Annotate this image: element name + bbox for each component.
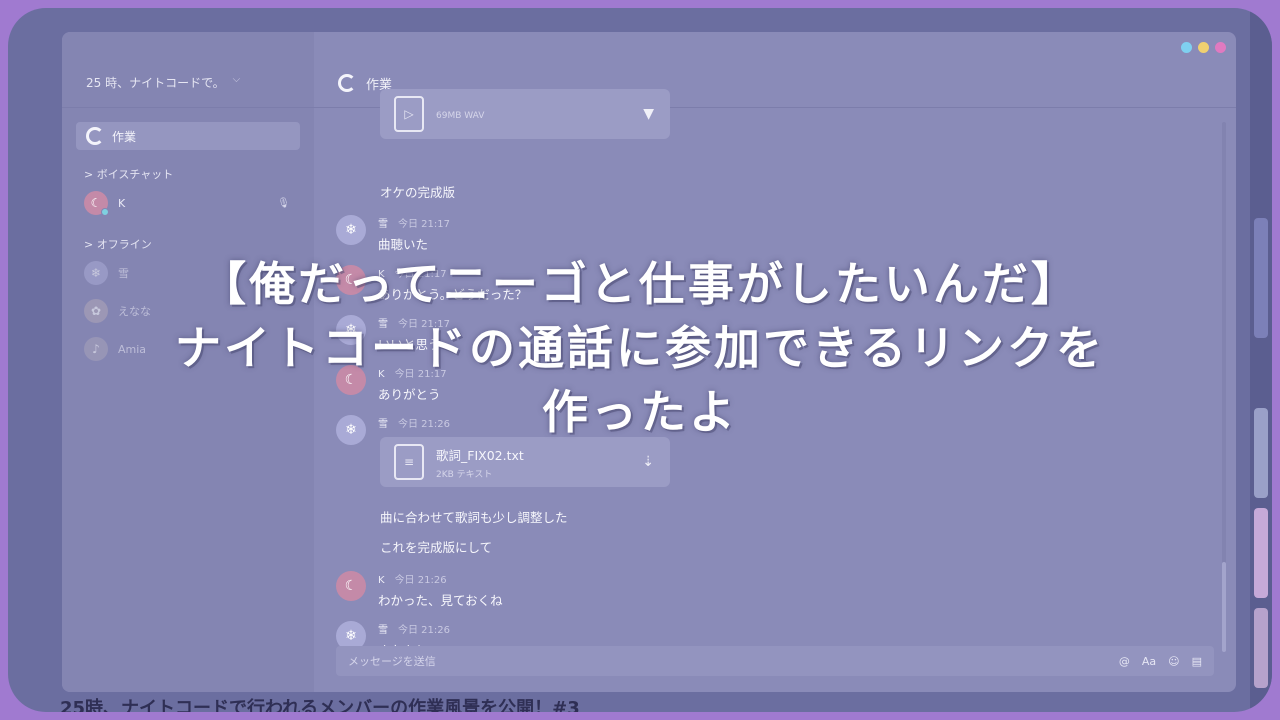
timestamp: 今日 21:17	[398, 219, 450, 230]
avatar[interactable]: ☾	[336, 571, 366, 601]
window-dot-pink[interactable]	[1215, 42, 1226, 53]
server-name: 25 時、ナイトコードで。	[86, 76, 225, 90]
member-name: K	[118, 196, 126, 210]
message-input[interactable]: メッセージを送信	[348, 653, 1119, 669]
mention-icon[interactable]: @	[1119, 655, 1130, 668]
window-controls	[1181, 42, 1226, 53]
file-size: 2KB テキスト	[436, 469, 493, 480]
message-composer[interactable]: メッセージを送信 @ Aa ☺ ▤	[336, 646, 1214, 676]
avatar[interactable]: ❄	[336, 215, 366, 245]
file-attachment[interactable]: ≡ 歌詞_FIX02.txt 2KB テキスト ⇣	[380, 437, 670, 487]
sidebar-item-channel[interactable]: 作業	[76, 122, 300, 150]
message-text: わかった、見ておくね	[378, 593, 503, 608]
message: ☾ K 今日 21:26 わかった、見ておくね	[336, 571, 503, 609]
attach-file-icon[interactable]: ▤	[1192, 655, 1202, 668]
scrollbar-thumb[interactable]	[1222, 562, 1226, 652]
text-format-button[interactable]: Aa	[1142, 655, 1156, 668]
window-dot-yellow[interactable]	[1198, 42, 1209, 53]
server-header[interactable]: 25 時、ナイトコードで。 ⌵	[62, 32, 314, 108]
avatar: ☾	[84, 191, 109, 216]
channel-label: 作業	[112, 129, 137, 144]
timestamp: 今日 21:26	[394, 575, 447, 586]
file-name: 歌詞_FIX02.txt	[436, 447, 524, 463]
author[interactable]: K	[378, 575, 385, 586]
author[interactable]: 雪	[378, 625, 388, 636]
play-icon[interactable]: ▷	[394, 96, 424, 132]
channel-logo-icon	[86, 127, 104, 145]
download-icon[interactable]: ⇣	[642, 454, 654, 470]
chevron-down-icon[interactable]: ⌵	[233, 74, 241, 85]
text-file-icon: ≡	[394, 444, 424, 480]
emoji-icon[interactable]: ☺	[1168, 655, 1179, 668]
channel-logo-icon	[338, 74, 356, 92]
file-attachment[interactable]: ▷ 69MB WAV ▼	[380, 89, 670, 139]
timestamp: 今日 21:26	[398, 625, 450, 636]
author[interactable]: 雪	[378, 219, 388, 230]
file-size: 69MB WAV	[436, 110, 485, 121]
overlay-line-3: 作ったよ	[542, 385, 738, 439]
overlay-title: 【俺だってニーゴと仕事がしたいんだ】 ナイトコードの通話に参加できるリンクを 作…	[0, 252, 1280, 444]
window-dot-blue[interactable]	[1181, 42, 1192, 53]
online-indicator	[101, 208, 109, 216]
message-text: 曲に合わせて歌詞も少し調整した	[380, 510, 568, 525]
message: ❄ 雪今日 21:17 曲聴いた	[336, 215, 450, 253]
overlay-line-1: 【俺だってニーゴと仕事がしたいんだ】	[200, 257, 1080, 311]
overlay-line-2: ナイトコードの通話に参加できるリンクを	[174, 321, 1106, 375]
offline-section[interactable]: > オフライン	[84, 236, 314, 252]
microphone-icon: 🎙	[277, 197, 290, 209]
voice-chat-section[interactable]: > ボイスチャット	[84, 166, 314, 182]
message-text: 曲聴いた	[378, 237, 429, 252]
voice-member[interactable]: ☾ K 🎙	[84, 186, 298, 220]
message-text: オケの完成版	[380, 185, 456, 200]
dropdown-icon[interactable]: ▼	[643, 106, 654, 122]
bottom-caption: 25時、ナイトコードで行われるメンバーの作業風景を公開！#3	[60, 698, 580, 712]
message-text: これを完成版にして	[380, 540, 493, 555]
